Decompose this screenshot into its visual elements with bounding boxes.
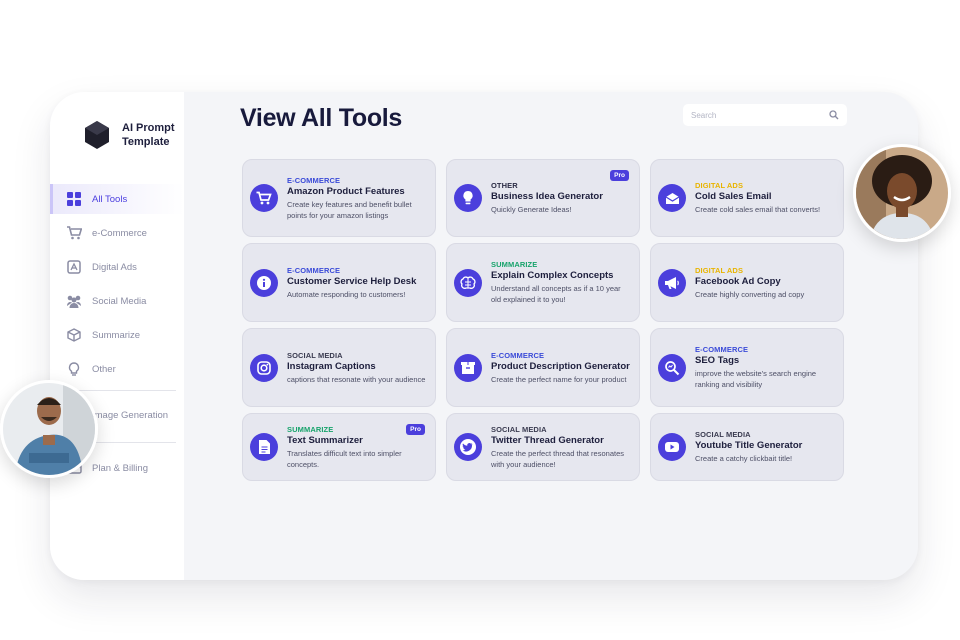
brand[interactable]: AI Prompt Template bbox=[82, 120, 186, 150]
card-description: captions that resonate with your audienc… bbox=[287, 374, 426, 384]
card-title: Explain Complex Concepts bbox=[491, 270, 614, 281]
twitter-icon bbox=[454, 433, 482, 461]
card-category: SOCIAL MEDIA bbox=[287, 350, 343, 360]
tool-card-business-idea-generator[interactable]: OTHER Business Idea Generator Quickly Ge… bbox=[446, 159, 640, 237]
card-category: E-COMMERCE bbox=[491, 350, 545, 360]
tool-card-instagram-captions[interactable]: SOCIAL MEDIA Instagram Captions captions… bbox=[242, 328, 436, 407]
brain-icon bbox=[454, 268, 482, 297]
card-title: Facebook Ad Copy bbox=[695, 275, 781, 287]
pro-badge: Pro bbox=[406, 424, 425, 435]
tool-card-cold-sales-email[interactable]: DIGITAL ADS Cold Sales Email Create cold… bbox=[650, 159, 844, 237]
card-title: Amazon Product Features bbox=[287, 185, 405, 197]
card-description: Create the perfect thread that resonates… bbox=[491, 448, 624, 469]
youtube-icon bbox=[658, 433, 686, 461]
card-category: OTHER bbox=[491, 181, 518, 190]
search-box[interactable] bbox=[683, 104, 847, 126]
card-category: SOCIAL MEDIA bbox=[491, 424, 547, 434]
page-title: View All Tools bbox=[240, 104, 403, 132]
hexagon-logo-icon bbox=[85, 121, 109, 149]
card-category: E-COMMERCE bbox=[695, 345, 749, 354]
card-category: DIGITAL ADS bbox=[695, 265, 744, 275]
man-portrait-icon bbox=[3, 383, 95, 475]
megaphone-icon bbox=[658, 268, 686, 297]
card-title: Youtube Title Generator bbox=[695, 440, 803, 451]
cart-icon bbox=[250, 184, 278, 212]
sidebar-item-other[interactable]: Other bbox=[50, 354, 184, 384]
tool-card-facebook-ad-copy[interactable]: DIGITAL ADS Facebook Ad Copy Create high… bbox=[650, 243, 844, 322]
card-title: Twitter Thread Generator bbox=[491, 434, 604, 446]
card-description: Quickly Generate Ideas! bbox=[491, 205, 572, 214]
info-icon bbox=[250, 268, 278, 297]
avatar-woman bbox=[853, 144, 951, 242]
search-icon[interactable] bbox=[829, 110, 839, 120]
card-title: Text Summarizer bbox=[287, 434, 363, 446]
tool-card-product-description-generator[interactable]: E-COMMERCE Product Description Generator… bbox=[446, 328, 640, 407]
stage: AI Prompt Template All Tools e-Commerce bbox=[0, 0, 960, 640]
brand-name: AI Prompt Template bbox=[122, 122, 175, 148]
sidebar-item-label: Summarize bbox=[92, 329, 141, 341]
card-description: Create cold sales email that converts! bbox=[695, 205, 821, 214]
sidebar-item-label: e-Commerce bbox=[92, 227, 147, 239]
sidebar-item-summarize[interactable]: Summarize bbox=[50, 320, 184, 350]
grid-icon bbox=[66, 191, 82, 207]
instagram-icon bbox=[250, 353, 278, 382]
main-content: View All Tools E-COMMERCE Amazon Product… bbox=[184, 92, 918, 580]
card-category: SUMMARIZE bbox=[491, 260, 538, 269]
card-description: Create the perfect name for your product bbox=[491, 374, 627, 384]
mail-icon bbox=[658, 184, 686, 212]
sidebar-item-social-media[interactable]: Social Media bbox=[50, 286, 184, 316]
ad-icon bbox=[66, 259, 82, 275]
seo-icon bbox=[658, 353, 686, 382]
tool-card-explain-complex-concepts[interactable]: SUMMARIZE Explain Complex Concepts Under… bbox=[446, 243, 640, 322]
card-title: Business Idea Generator bbox=[491, 191, 603, 202]
woman-portrait-icon bbox=[856, 147, 948, 239]
document-icon bbox=[250, 433, 278, 461]
sidebar-item-digital-ads[interactable]: Digital Ads bbox=[50, 252, 184, 282]
cube-icon bbox=[66, 327, 82, 343]
card-title: Customer Service Help Desk bbox=[287, 275, 417, 287]
card-category: E-COMMERCE bbox=[287, 175, 341, 185]
card-title: SEO Tags bbox=[695, 355, 740, 366]
card-description: Understand all concepts as if a 10 year … bbox=[491, 284, 621, 304]
card-description: Create a catchy clickbait title! bbox=[695, 454, 793, 463]
people-icon bbox=[66, 293, 82, 309]
card-description: Create highly converting ad copy bbox=[695, 289, 805, 299]
card-category: DIGITAL ADS bbox=[695, 181, 744, 190]
sidebar-item-label: Plan & Billing bbox=[92, 462, 148, 474]
tool-card-text-summarizer[interactable]: SUMMARIZE Text Summarizer Translates dif… bbox=[242, 413, 436, 481]
sidebar-item-label: Digital Ads bbox=[92, 261, 137, 273]
card-category: E-COMMERCE bbox=[287, 265, 341, 275]
card-description: Create key features and benefit bullet p… bbox=[287, 199, 412, 220]
bulb-icon bbox=[66, 361, 82, 377]
app-window: AI Prompt Template All Tools e-Commerce bbox=[50, 92, 918, 580]
tool-card-youtube-title-generator[interactable]: SOCIAL MEDIA Youtube Title Generator Cre… bbox=[650, 413, 844, 481]
avatar-man bbox=[0, 380, 98, 478]
card-description: Translates difficult text into simpler c… bbox=[287, 448, 402, 469]
sidebar-item-label: Other bbox=[92, 363, 116, 375]
pro-badge: Pro bbox=[610, 170, 629, 181]
card-title: Product Description Generator bbox=[491, 360, 630, 372]
card-description: Automate responding to customers! bbox=[287, 289, 406, 299]
cart-icon bbox=[66, 225, 82, 241]
sidebar-item-label: Image Generation bbox=[92, 409, 169, 421]
tools-grid: E-COMMERCE Amazon Product Features Creat… bbox=[242, 159, 846, 483]
sidebar-item-all-tools[interactable]: All Tools bbox=[50, 184, 184, 214]
tool-card-twitter-thread-generator[interactable]: SOCIAL MEDIA Twitter Thread Generator Cr… bbox=[446, 413, 640, 481]
tool-card-amazon-product-features[interactable]: E-COMMERCE Amazon Product Features Creat… bbox=[242, 159, 436, 237]
sidebar-item-e-commerce[interactable]: e-Commerce bbox=[50, 218, 184, 248]
card-category: SOCIAL MEDIA bbox=[695, 430, 751, 439]
bulb-icon bbox=[454, 184, 482, 212]
sidebar-item-label: Social Media bbox=[92, 295, 147, 307]
sidebar-item-label: All Tools bbox=[92, 193, 128, 205]
search-input[interactable] bbox=[691, 110, 811, 120]
box-icon bbox=[454, 353, 482, 382]
tool-card-customer-service-help-desk[interactable]: E-COMMERCE Customer Service Help Desk Au… bbox=[242, 243, 436, 322]
sidebar: AI Prompt Template All Tools e-Commerce bbox=[50, 92, 184, 580]
tool-card-seo-tags[interactable]: E-COMMERCE SEO Tags improve the website'… bbox=[650, 328, 844, 407]
card-description: improve the website's search engine rank… bbox=[695, 369, 817, 389]
card-title: Cold Sales Email bbox=[695, 191, 772, 202]
card-title: Instagram Captions bbox=[287, 360, 376, 372]
